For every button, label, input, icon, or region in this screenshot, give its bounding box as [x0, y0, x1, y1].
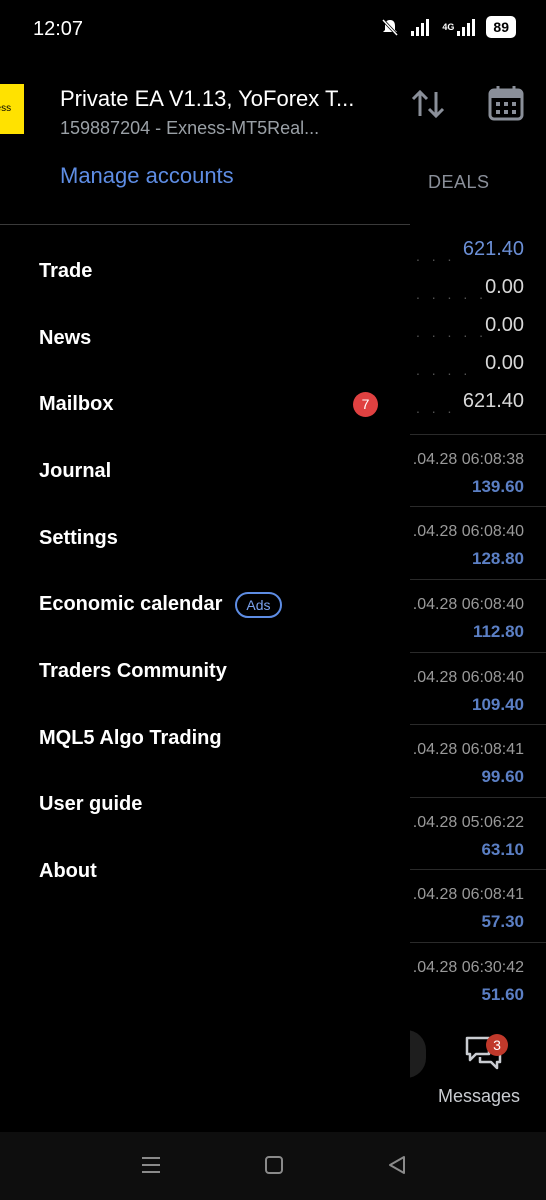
drawer-header: ness Private EA V1.13, YoForex T... 1598…: [0, 62, 410, 225]
signal-4g-icon: [457, 19, 476, 36]
mailbox-badge: 7: [353, 392, 378, 418]
network-label: 4G: [442, 22, 455, 32]
deal-value: 112.80: [472, 622, 524, 641]
deal-time: .04.28 06:30:42: [412, 959, 524, 976]
deal-row[interactable]: .04.28 05:06:22 63.10: [410, 797, 546, 869]
menu-item-economic-calendar[interactable]: Economic calendar Ads: [0, 571, 410, 638]
summary-value: 621.40: [462, 390, 524, 412]
menu-item-label: About: [39, 860, 97, 883]
summary-value: 621.40: [462, 238, 524, 260]
menu-item-mailbox[interactable]: Mailbox 7: [0, 371, 410, 438]
summary-row: . . . 621.40: [416, 390, 524, 416]
status-icons: 4G 89: [380, 16, 516, 38]
menu-item-label: Economic calendar: [39, 593, 223, 616]
menu-item-label: Trade: [39, 259, 93, 282]
deal-time: .04.28 06:08:38: [412, 451, 524, 468]
battery-indicator: 89: [486, 16, 516, 38]
account-name[interactable]: Private EA V1.13, YoForex T...: [60, 86, 400, 112]
manage-accounts-link[interactable]: Manage accounts: [60, 163, 234, 189]
tab-deals[interactable]: DEALS: [428, 172, 490, 193]
deal-value: 139.60: [472, 477, 524, 496]
ads-tag: Ads: [235, 591, 282, 618]
summary-value: 0.00: [485, 352, 524, 374]
network-indicator: 4G: [442, 17, 476, 37]
navigation-drawer: ness Private EA V1.13, YoForex T... 1598…: [0, 62, 410, 1132]
deal-value: 51.60: [481, 985, 524, 1004]
menu-item-label: Settings: [39, 526, 118, 549]
summary-value: 0.00: [485, 314, 524, 336]
deal-value: 99.60: [481, 767, 524, 786]
menu-item-label: Mailbox: [39, 393, 114, 416]
summary-row: . . . . 0.00: [416, 352, 524, 378]
back-icon[interactable]: [386, 1154, 408, 1176]
tab-messages[interactable]: 3 Messages: [438, 1034, 530, 1114]
deal-time: .04.28 06:08:40: [412, 669, 524, 686]
menu-item-traders-community[interactable]: Traders Community: [0, 638, 410, 705]
muted-bell-icon: [382, 18, 399, 37]
recent-apps-icon[interactable]: [140, 1154, 162, 1176]
signal-icon: [411, 19, 430, 36]
menu-item-settings[interactable]: Settings: [0, 505, 410, 572]
deal-row[interactable]: .04.28 06:08:40 128.80: [410, 506, 546, 578]
menu-item-news[interactable]: News: [0, 305, 410, 372]
deal-time: .04.28 05:06:22: [412, 814, 524, 831]
account-id[interactable]: 159887204 - Exness-MT5Real...: [60, 118, 400, 139]
deal-row[interactable]: .04.28 06:08:38 139.60: [410, 434, 546, 506]
menu-item-label: Traders Community: [39, 659, 227, 682]
menu-item-journal[interactable]: Journal: [0, 438, 410, 505]
system-nav-bar: [0, 1132, 546, 1200]
deal-value: 57.30: [481, 912, 524, 931]
deal-value: 128.80: [472, 549, 524, 568]
deal-value: 63.10: [481, 840, 524, 859]
deal-time: .04.28 06:08:40: [412, 596, 524, 613]
home-icon[interactable]: [263, 1154, 285, 1176]
menu-item-trade[interactable]: Trade: [0, 238, 410, 305]
menu-item-label: News: [39, 326, 92, 349]
sort-arrows-icon[interactable]: [410, 88, 446, 120]
menu-item-mql5-algo-trading[interactable]: MQL5 Algo Trading: [0, 705, 410, 772]
calendar-icon[interactable]: [487, 84, 525, 122]
menu-item-label: User guide: [39, 793, 143, 816]
deal-row[interactable]: .04.28 06:08:41 57.30: [410, 869, 546, 941]
menu-item-label: Journal: [39, 459, 112, 482]
deal-value: 109.40: [472, 695, 524, 714]
drawer-menu: Trade News Mailbox 7 Journal Settings Ec…: [0, 238, 410, 905]
status-bar: 12:07 4G 89: [0, 0, 546, 62]
deal-row[interactable]: .04.28 06:08:41 99.60: [410, 724, 546, 796]
messages-badge: 3: [486, 1034, 508, 1056]
deal-row[interactable]: .04.28 06:30:42 51.60: [410, 942, 546, 1014]
deal-time: .04.28 06:08:40: [412, 523, 524, 540]
deal-time: .04.28 06:08:41: [412, 741, 524, 758]
menu-item-user-guide[interactable]: User guide: [0, 772, 410, 839]
menu-item-label: MQL5 Algo Trading: [39, 726, 222, 749]
messages-label: Messages: [438, 1086, 521, 1106]
summary-value: 0.00: [485, 276, 524, 298]
deal-row[interactable]: .04.28 06:08:40 112.80: [410, 579, 546, 651]
deal-time: .04.28 06:08:41: [412, 886, 524, 903]
summary-row: . . . 621.40: [416, 238, 524, 264]
broker-logo: ness: [0, 84, 24, 134]
status-time: 12:07: [33, 18, 84, 40]
summary-row: . . . . . 0.00: [416, 276, 524, 302]
summary-row: . . . . . 0.00: [416, 314, 524, 340]
deal-row[interactable]: .04.28 06:08:40 109.40: [410, 652, 546, 724]
menu-item-about[interactable]: About: [0, 838, 410, 905]
